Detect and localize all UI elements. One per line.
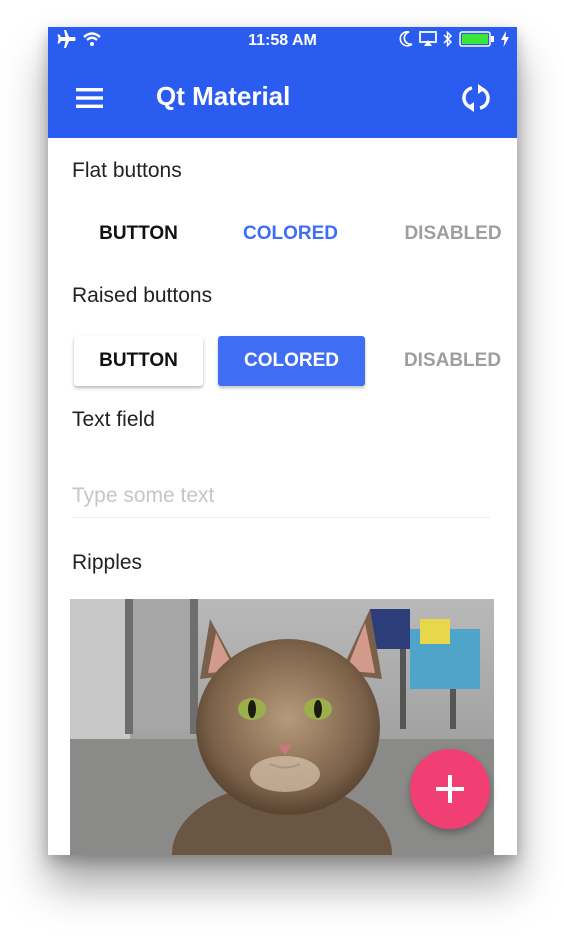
raised-disabled-button: DISABLED [388,336,517,386]
moon-icon [399,30,413,52]
add-fab-button[interactable] [410,749,490,829]
flat-disabled-button: DISABLED [392,223,514,245]
airplay-icon [419,30,437,52]
app-title: Qt Material [156,81,291,111]
battery-icon [459,30,495,52]
plus-icon [436,775,464,803]
refresh-icon[interactable] [461,83,491,113]
ripples-heading: Ripples [72,551,143,574]
text-field-input[interactable] [72,475,490,518]
app-bar: Qt Material [48,55,517,138]
text-field-heading: Text field [72,408,155,431]
flat-button[interactable]: BUTTON [86,223,191,245]
raised-colored-button[interactable]: COLORED [218,336,365,386]
phone-screen: 11:58 AM Qt Material Flat buttons BUTTON… [48,27,517,855]
status-bar: 11:58 AM [48,27,517,55]
flat-buttons-heading: Flat buttons [72,159,182,182]
flat-colored-button[interactable]: COLORED [233,223,348,245]
hamburger-menu-icon[interactable] [76,87,104,109]
raised-button[interactable]: BUTTON [74,336,203,386]
charging-bolt-icon [501,30,509,52]
raised-buttons-heading: Raised buttons [72,284,213,307]
status-bar-right [399,30,509,53]
bluetooth-icon [443,30,453,53]
